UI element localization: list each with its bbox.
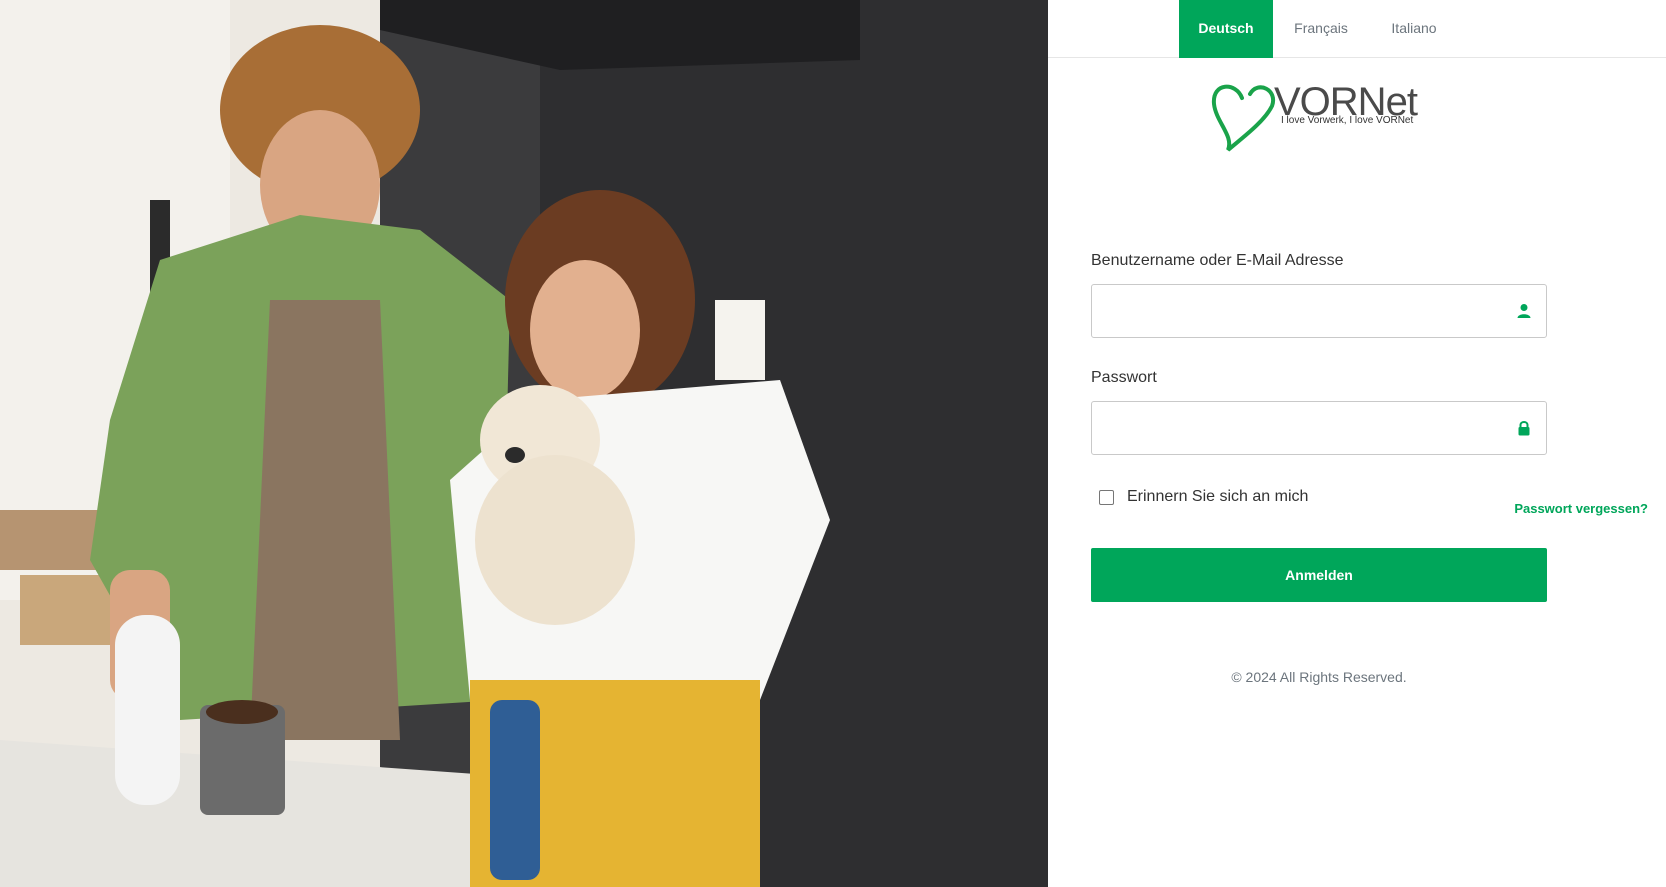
password-label: Passwort [1091,369,1157,386]
forgot-password-link[interactable]: Passwort vergessen? [1514,501,1648,516]
remember-me-checkbox[interactable] [1099,489,1114,505]
hero-image [0,0,1048,887]
tab-italiano[interactable]: Italiano [1370,0,1458,58]
kitchen-photo [0,0,1048,887]
login-panel: Deutsch Français Italiano VORNet I love … [1048,0,1666,887]
remember-me-label: Erinnern Sie sich an mich [1127,488,1309,505]
username-field[interactable] [1091,284,1547,338]
username-label: Benutzername oder E-Mail Adresse [1091,252,1344,269]
copyright-text: © 2024 All Rights Reserved. [1231,669,1407,685]
language-switcher: Deutsch Français Italiano [1048,0,1666,58]
password-input[interactable] [1092,402,1502,454]
lock-icon [1518,421,1530,436]
user-icon [1517,304,1531,318]
heart-outline-icon [1211,84,1276,152]
login-button[interactable]: Anmelden [1091,548,1547,602]
password-field[interactable] [1091,401,1547,455]
logo-tagline: I love Vorwerk, I love VORNet [1281,115,1414,126]
vornet-logo: VORNet I love Vorwerk, I love VORNet [1208,78,1438,154]
remember-me: Erinnern Sie sich an mich [1099,487,1308,507]
tab-deutsch[interactable]: Deutsch [1179,0,1273,58]
tab-francais[interactable]: Français [1279,0,1363,58]
username-input[interactable] [1092,285,1502,337]
